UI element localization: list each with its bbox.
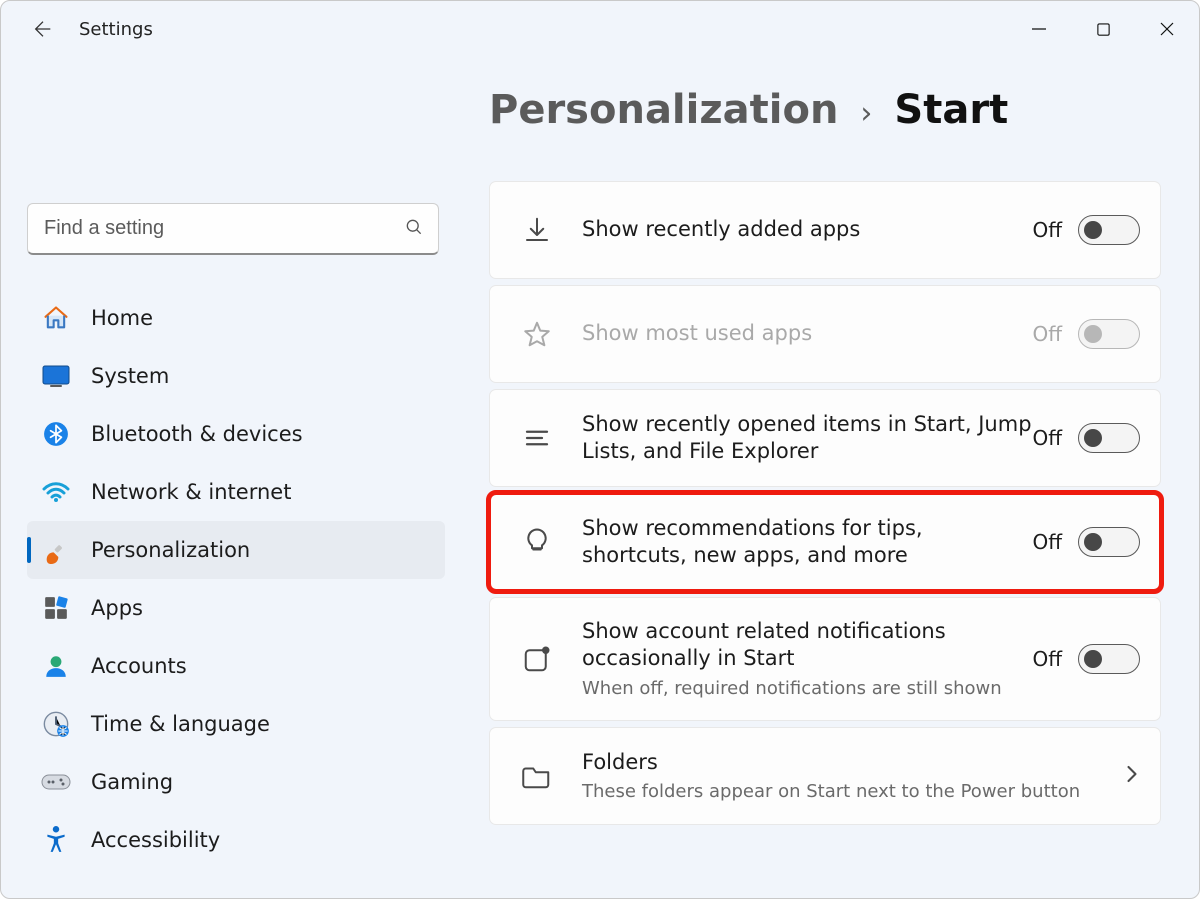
- toggle-recent-items[interactable]: [1078, 423, 1140, 453]
- sidebar-item-label: Accounts: [91, 654, 187, 678]
- chevron-right-icon: [1124, 760, 1140, 792]
- window-controls: [1007, 1, 1199, 57]
- sidebar-item-label: Home: [91, 306, 153, 330]
- search-field[interactable]: [44, 217, 404, 240]
- sidebar-item-gaming[interactable]: Gaming: [27, 753, 445, 811]
- sidebar-nav: Home System Bluetooth & devices: [27, 289, 451, 869]
- person-icon: [41, 651, 71, 681]
- sidebar: Home System Bluetooth & devices: [1, 57, 451, 898]
- sidebar-item-label: Bluetooth & devices: [91, 422, 303, 446]
- sidebar-item-label: System: [91, 364, 169, 388]
- toggle-most-used: [1078, 319, 1140, 349]
- paintbrush-icon: [41, 535, 71, 565]
- sidebar-item-apps[interactable]: Apps: [27, 579, 445, 637]
- sidebar-item-time-language[interactable]: Time & language: [27, 695, 445, 753]
- list-icon: [520, 421, 554, 455]
- close-icon: [1159, 21, 1175, 37]
- setting-state: Off: [1032, 426, 1062, 450]
- setting-subtitle: When off, required notifications are sti…: [582, 677, 1032, 700]
- download-icon: [520, 213, 554, 247]
- back-button[interactable]: [27, 13, 59, 45]
- toggle-recently-added[interactable]: [1078, 215, 1140, 245]
- setting-most-used: Show most used apps Off: [489, 285, 1161, 383]
- sidebar-item-personalization[interactable]: Personalization: [27, 521, 445, 579]
- setting-state: Off: [1032, 530, 1062, 554]
- sidebar-item-accessibility[interactable]: Accessibility: [27, 811, 445, 869]
- sidebar-item-label: Accessibility: [91, 828, 220, 852]
- sidebar-item-bluetooth[interactable]: Bluetooth & devices: [27, 405, 445, 463]
- system-icon: [41, 361, 71, 391]
- sidebar-item-accounts[interactable]: Accounts: [27, 637, 445, 695]
- breadcrumb-separator: ›: [860, 96, 872, 131]
- star-icon: [520, 317, 554, 351]
- gamepad-icon: [41, 767, 71, 797]
- breadcrumb-current: Start: [894, 87, 1008, 133]
- app-title: Settings: [79, 19, 153, 40]
- setting-folders[interactable]: Folders These folders appear on Start ne…: [489, 727, 1161, 825]
- folder-icon: [520, 759, 554, 793]
- setting-title: Show recently opened items in Start, Jum…: [582, 411, 1032, 466]
- setting-recommendations[interactable]: Show recommendations for tips, shortcuts…: [489, 493, 1161, 591]
- maximize-button[interactable]: [1071, 1, 1135, 57]
- toggle-account-notifications[interactable]: [1078, 644, 1140, 674]
- accessibility-icon: [41, 825, 71, 855]
- setting-state: Off: [1032, 647, 1062, 671]
- setting-title: Folders: [582, 749, 1124, 776]
- search-icon: [404, 217, 424, 241]
- sidebar-item-label: Time & language: [91, 712, 270, 736]
- bluetooth-icon: [41, 419, 71, 449]
- setting-subtitle: These folders appear on Start next to th…: [582, 780, 1124, 803]
- sidebar-item-system[interactable]: System: [27, 347, 445, 405]
- breadcrumb: Personalization › Start: [489, 87, 1161, 133]
- setting-title: Show recommendations for tips, shortcuts…: [582, 515, 1032, 570]
- sidebar-item-label: Apps: [91, 596, 143, 620]
- maximize-icon: [1096, 22, 1111, 37]
- wifi-icon: [41, 477, 71, 507]
- minimize-button[interactable]: [1007, 1, 1071, 57]
- clock-globe-icon: [41, 709, 71, 739]
- breadcrumb-parent[interactable]: Personalization: [489, 87, 838, 133]
- home-icon: [41, 303, 71, 333]
- search-input[interactable]: [27, 203, 439, 255]
- arrow-left-icon: [32, 18, 54, 40]
- setting-state: Off: [1032, 218, 1062, 242]
- settings-window: Settings: [0, 0, 1200, 899]
- sidebar-item-label: Personalization: [91, 538, 250, 562]
- settings-list: Show recently added apps Off Show most u…: [489, 181, 1161, 825]
- setting-state: Off: [1032, 322, 1062, 346]
- notification-badge-icon: [520, 642, 554, 676]
- apps-icon: [41, 593, 71, 623]
- setting-recent-items[interactable]: Show recently opened items in Start, Jum…: [489, 389, 1161, 487]
- setting-recently-added[interactable]: Show recently added apps Off: [489, 181, 1161, 279]
- titlebar: Settings: [1, 1, 1199, 57]
- minimize-icon: [1031, 21, 1047, 37]
- close-button[interactable]: [1135, 1, 1199, 57]
- setting-title: Show most used apps: [582, 320, 1032, 347]
- sidebar-item-label: Gaming: [91, 770, 173, 794]
- lightbulb-icon: [520, 525, 554, 559]
- setting-title: Show recently added apps: [582, 216, 1032, 243]
- sidebar-item-label: Network & internet: [91, 480, 291, 504]
- toggle-recommendations[interactable]: [1078, 527, 1140, 557]
- sidebar-item-home[interactable]: Home: [27, 289, 445, 347]
- setting-title: Show account related notifications occas…: [582, 618, 1032, 673]
- setting-account-notifications[interactable]: Show account related notifications occas…: [489, 597, 1161, 721]
- sidebar-item-network[interactable]: Network & internet: [27, 463, 445, 521]
- content-area: Personalization › Start Show recently ad…: [451, 57, 1199, 898]
